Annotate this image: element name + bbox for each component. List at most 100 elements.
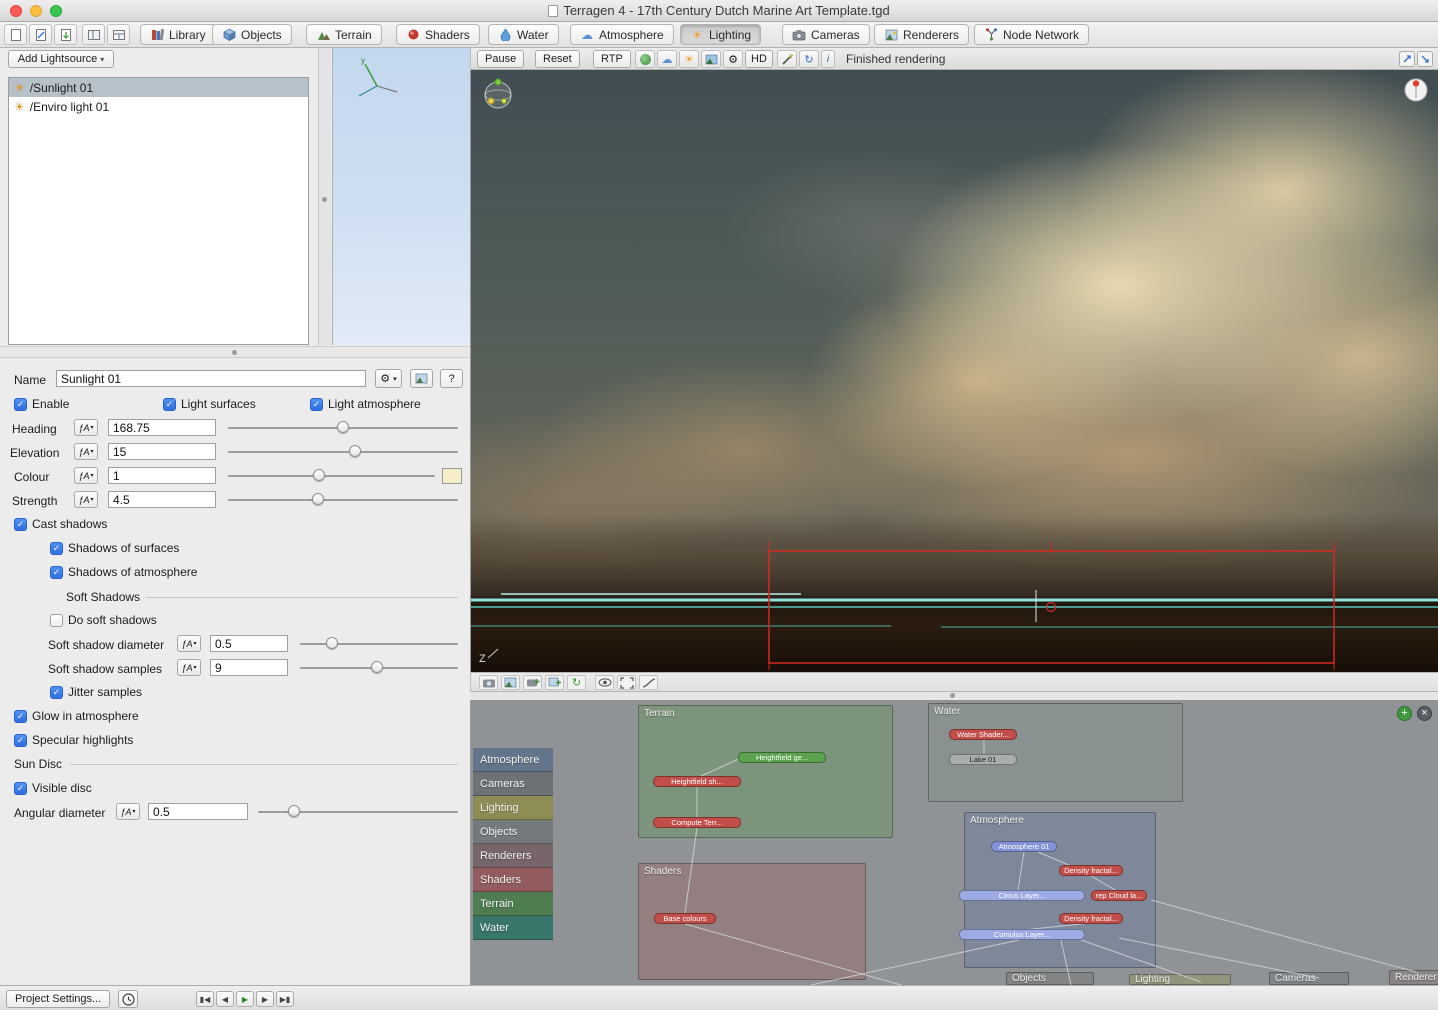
tonemap-curve-button[interactable] (639, 675, 658, 690)
render-settings-button[interactable]: ⚙ (723, 50, 743, 68)
node-options-button[interactable]: ⚙▾ (375, 369, 402, 388)
render-info-button[interactable]: i (821, 50, 835, 68)
camera-view-button[interactable] (479, 675, 498, 690)
render-lighting-toggle[interactable]: ☀ (679, 50, 699, 68)
light-surfaces-checkbox[interactable]: ✓Light surfaces (163, 397, 256, 411)
copy-image-button[interactable] (545, 675, 564, 690)
soft-shadow-samples-slider[interactable] (300, 659, 458, 676)
heading-slider[interactable] (228, 419, 458, 436)
render-nodenet-splitter-handle[interactable] (950, 693, 955, 698)
refresh-view-button[interactable]: ↻ (799, 50, 819, 68)
colour-slider[interactable] (228, 467, 435, 484)
hd-button[interactable]: HD (745, 50, 773, 68)
soft-shadow-diameter-field[interactable] (210, 635, 288, 652)
node-network-panel[interactable]: Terrain Water Shaders Atmosphere Objects… (470, 700, 1438, 985)
soft-shadow-samples-fx-button[interactable]: ƒA▾ (177, 659, 201, 676)
play-button[interactable]: ▶ (236, 991, 254, 1007)
measure-tool-button[interactable] (777, 50, 797, 68)
render-viewport[interactable]: Z (470, 70, 1438, 672)
add-node-button[interactable]: + (1397, 706, 1412, 721)
visibility-button[interactable] (595, 675, 614, 690)
rtp-button[interactable]: RTP (593, 50, 631, 68)
glow-in-atmosphere-checkbox[interactable]: ✓Glow in atmosphere (14, 709, 139, 723)
node-compute-terrain[interactable]: Compute Terr... (653, 817, 741, 828)
pause-button[interactable]: Pause (477, 50, 524, 68)
colour-fx-button[interactable]: ƒA▾ (74, 467, 98, 484)
render-snapshot-button[interactable] (701, 50, 721, 68)
expand-panel-button[interactable] (1417, 51, 1433, 67)
jitter-samples-checkbox[interactable]: ✓Jitter samples (50, 685, 142, 699)
colour-swatch[interactable] (442, 468, 462, 484)
layout-two-button[interactable] (107, 24, 130, 45)
elevation-slider[interactable] (228, 443, 458, 460)
strength-slider-handle[interactable] (312, 493, 324, 505)
preview-3d-pane[interactable]: y (332, 48, 470, 345)
angular-diameter-field[interactable] (148, 803, 248, 820)
tab-terrain[interactable]: Terrain (306, 24, 382, 45)
render-atmosphere-toggle[interactable]: ☁ (657, 50, 677, 68)
layout-one-button[interactable] (82, 24, 105, 45)
strength-field[interactable] (108, 491, 216, 508)
node-heightfield-shader[interactable]: Heightfield sh... (653, 776, 741, 787)
node-atmosphere-01[interactable]: Atmosphere 01 (991, 841, 1057, 852)
copy-camera-button[interactable] (523, 675, 542, 690)
list-item-sunlight[interactable]: ☀ /Sunlight 01 (9, 78, 308, 97)
shadows-of-surfaces-checkbox[interactable]: ✓Shadows of surfaces (50, 541, 179, 555)
node-water-shader[interactable]: Water Shader... (949, 729, 1017, 740)
tab-objects[interactable]: Objects (212, 24, 292, 45)
heading-field[interactable] (108, 419, 216, 436)
visible-disc-checkbox[interactable]: ✓Visible disc (14, 781, 92, 795)
node-density-fractal-1[interactable]: Density fractal... (1059, 865, 1123, 876)
next-frame-button[interactable]: ▶ (256, 991, 274, 1007)
name-field[interactable] (56, 370, 366, 387)
tab-shaders[interactable]: Shaders (396, 24, 480, 45)
soft-shadow-samples-field[interactable] (210, 659, 288, 676)
undock-panel-button[interactable] (1399, 51, 1415, 67)
go-first-frame-button[interactable]: ▮◀ (196, 991, 214, 1007)
soft-shadow-diameter-slider-handle[interactable] (326, 637, 338, 649)
new-project-button[interactable] (4, 24, 27, 45)
image-view-button[interactable] (501, 675, 520, 690)
prev-frame-button[interactable]: ◀ (216, 991, 234, 1007)
tab-lighting[interactable]: ☀ Lighting (680, 24, 761, 45)
light-atmosphere-checkbox[interactable]: ✓Light atmosphere (310, 397, 421, 411)
colour-field[interactable] (108, 467, 216, 484)
tab-library[interactable]: Library (140, 24, 216, 45)
node-rep-cloud-layer[interactable]: rep Cloud la... (1091, 890, 1147, 901)
project-settings-button[interactable]: Project Settings... (6, 990, 110, 1008)
list-item-enviro-light[interactable]: ☀ /Enviro light 01 (9, 97, 308, 116)
tab-renderers[interactable]: Renderers (874, 24, 969, 45)
heading-slider-handle[interactable] (337, 421, 349, 433)
preview-thumbnail-button[interactable] (410, 369, 433, 388)
reload-render-button[interactable]: ↻ (567, 675, 586, 690)
node-lake[interactable]: Lake 01 (949, 754, 1017, 765)
go-last-frame-button[interactable]: ▶▮ (276, 991, 294, 1007)
soft-shadow-diameter-fx-button[interactable]: ƒA▾ (177, 635, 201, 652)
specular-highlights-checkbox[interactable]: ✓Specular highlights (14, 733, 133, 747)
colour-slider-handle[interactable] (313, 469, 325, 481)
vertical-splitter-handle[interactable] (322, 197, 327, 202)
node-cirrus-layer[interactable]: Cirrus Layer... (959, 890, 1085, 901)
close-node-panel-button[interactable]: × (1417, 706, 1432, 721)
node-cumulus-layer[interactable]: Cumulus Layer... (959, 929, 1085, 940)
tab-node-network[interactable]: Node Network (974, 24, 1089, 45)
tab-atmosphere[interactable]: ☁ Atmosphere (570, 24, 674, 45)
add-lightsource-button[interactable]: Add Lightsource ▾ (8, 50, 114, 68)
shadows-of-atmosphere-checkbox[interactable]: ✓Shadows of atmosphere (50, 565, 197, 579)
timeline-clock-button[interactable] (118, 990, 138, 1008)
node-heightfield-generate[interactable]: Heightfield ge... (738, 752, 826, 763)
angular-diameter-slider-handle[interactable] (288, 805, 300, 817)
save-project-button[interactable] (54, 24, 77, 45)
crop-region-button[interactable] (617, 675, 636, 690)
angular-diameter-fx-button[interactable]: ƒA▾ (116, 803, 140, 820)
elevation-field[interactable] (108, 443, 216, 460)
do-soft-shadows-checkbox[interactable]: Do soft shadows (50, 613, 157, 627)
reset-button[interactable]: Reset (535, 50, 580, 68)
enable-checkbox[interactable]: ✓Enable (14, 397, 69, 411)
help-button[interactable]: ? (440, 369, 463, 388)
tab-water[interactable]: Water (488, 24, 559, 45)
node-density-fractal-2[interactable]: Density fractal... (1059, 913, 1123, 924)
node-base-colours[interactable]: Base colours (654, 913, 716, 924)
render-quality-button[interactable] (635, 50, 655, 68)
elevation-slider-handle[interactable] (349, 445, 361, 457)
